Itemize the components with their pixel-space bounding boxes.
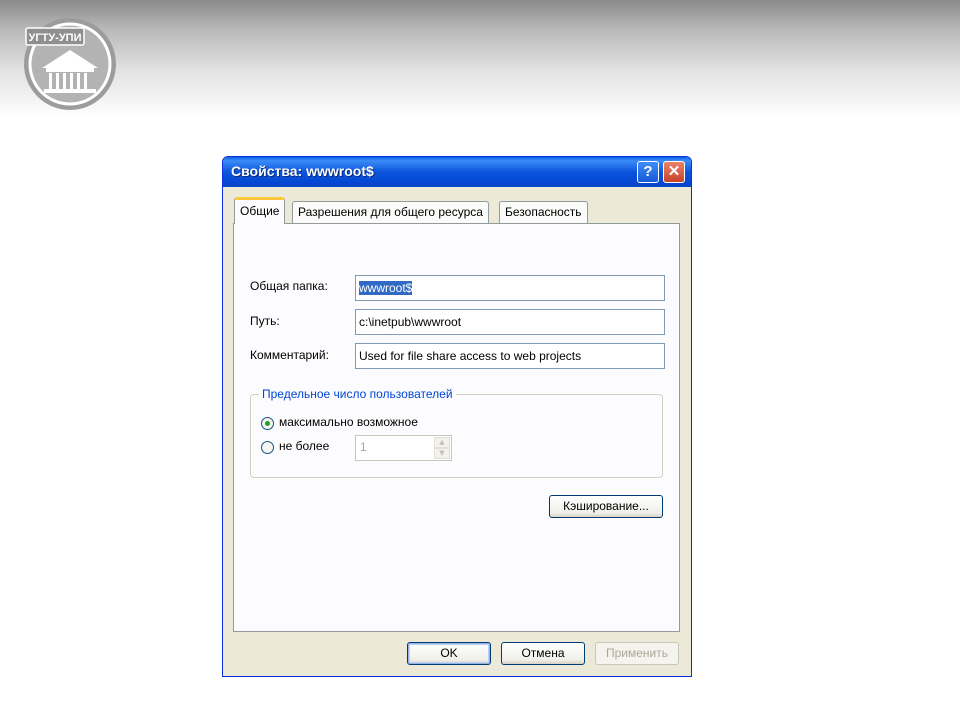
cancel-button[interactable]: Отмена [501, 642, 585, 665]
slide-header [0, 0, 960, 118]
tab-panel-general: Общая папка: wwwroot$ Путь: c:\inetpub\w… [233, 223, 680, 632]
user-limit-legend: Предельное число пользователей [259, 387, 456, 401]
ok-button[interactable]: OK [407, 642, 491, 665]
user-limit-value: 1 [360, 440, 367, 454]
path-field[interactable]: c:\inetpub\wwwroot [355, 309, 665, 335]
limit-label[interactable]: не более [279, 439, 329, 453]
max-allowed-radio[interactable] [261, 417, 274, 430]
spin-down-icon[interactable]: ▼ [434, 448, 450, 459]
caching-button[interactable]: Кэширование... [549, 495, 663, 518]
limit-radio[interactable] [261, 441, 274, 454]
help-button[interactable]: ? [637, 161, 659, 183]
close-button[interactable]: ✕ [663, 161, 685, 183]
spin-up-icon[interactable]: ▲ [434, 437, 450, 448]
university-logo: УГТУ-УПИ [24, 18, 116, 110]
share-properties-dialog: Свойства: wwwroot$ ? ✕ Общие Разрешения … [222, 156, 692, 677]
share-name-value: wwwroot$ [359, 281, 413, 295]
logo-text: УГТУ-УПИ [29, 32, 82, 44]
max-allowed-label[interactable]: максимально возможное [279, 415, 418, 429]
tab-security[interactable]: Безопасность [499, 201, 588, 223]
comment-field[interactable]: Used for file share access to web projec… [355, 343, 665, 369]
path-label: Путь: [250, 314, 280, 328]
dialog-title: Свойства: wwwroot$ [231, 163, 374, 179]
title-bar[interactable]: Свойства: wwwroot$ ? ✕ [223, 157, 691, 187]
user-limit-group: Предельное число пользователей максималь… [250, 387, 663, 478]
user-limit-spinner[interactable]: 1 ▲ ▼ [355, 435, 452, 461]
apply-button[interactable]: Применить [595, 642, 679, 665]
radio-selected-dot [265, 421, 270, 426]
comment-label: Комментарий: [250, 348, 329, 362]
spinner-buttons: ▲ ▼ [434, 437, 450, 459]
share-name-label: Общая папка: [250, 279, 328, 293]
tab-share-permissions[interactable]: Разрешения для общего ресурса [292, 201, 489, 223]
tab-general[interactable]: Общие [234, 197, 286, 224]
share-name-field[interactable]: wwwroot$ [355, 275, 665, 301]
